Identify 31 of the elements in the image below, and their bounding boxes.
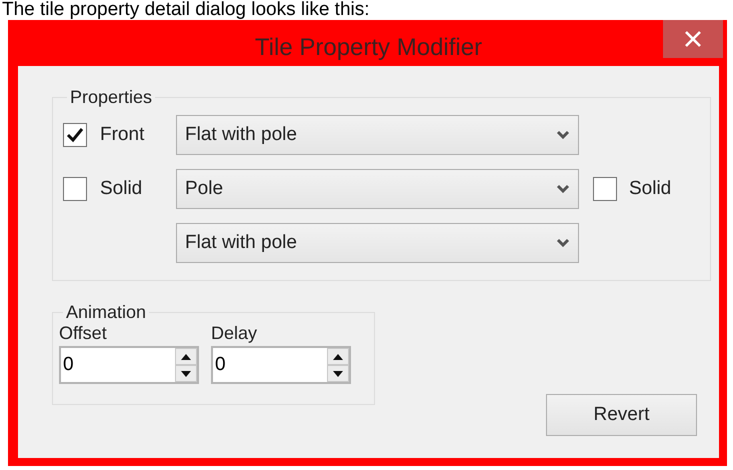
spin-down-button[interactable]	[327, 365, 349, 382]
checkbox[interactable]	[63, 122, 87, 147]
field-label: Delay	[211, 322, 258, 344]
spin-box[interactable]: 0	[59, 346, 199, 384]
checkbox[interactable]	[63, 176, 87, 201]
close-button[interactable]	[663, 20, 723, 58]
chevron-icon	[556, 238, 570, 248]
group-label: Animation	[65, 302, 148, 323]
chevron-icon	[556, 184, 570, 194]
triangle-down-icon	[333, 370, 343, 377]
spin-box[interactable]: 0	[211, 346, 351, 384]
spin-down-button[interactable]	[175, 365, 197, 382]
group-label: Properties	[69, 88, 154, 108]
revert-button[interactable]: Revert	[546, 394, 697, 436]
dropdown[interactable]: Flat with pole	[176, 222, 579, 263]
spin-up-button[interactable]	[327, 348, 349, 366]
triangle-down-icon	[181, 370, 191, 377]
field-label: Offset	[59, 322, 108, 344]
dropdown[interactable]: Pole	[176, 168, 579, 209]
checkbox-label: Solid	[100, 176, 142, 201]
dropdown[interactable]: Flat with pole	[176, 114, 579, 155]
caption-text: The tile property detail dialog looks like this:	[1, 0, 371, 20]
close-icon	[684, 30, 702, 48]
triangle-up-icon	[333, 354, 343, 360]
triangle-up-icon	[181, 354, 191, 360]
checkbox-label: Solid	[629, 176, 672, 201]
window-title: Tile Property Modifier	[254, 33, 484, 63]
spin-up-button[interactable]	[175, 348, 197, 366]
chevron-icon	[556, 130, 570, 140]
checkbox-label: Front	[100, 122, 144, 147]
checkbox[interactable]	[593, 176, 617, 201]
